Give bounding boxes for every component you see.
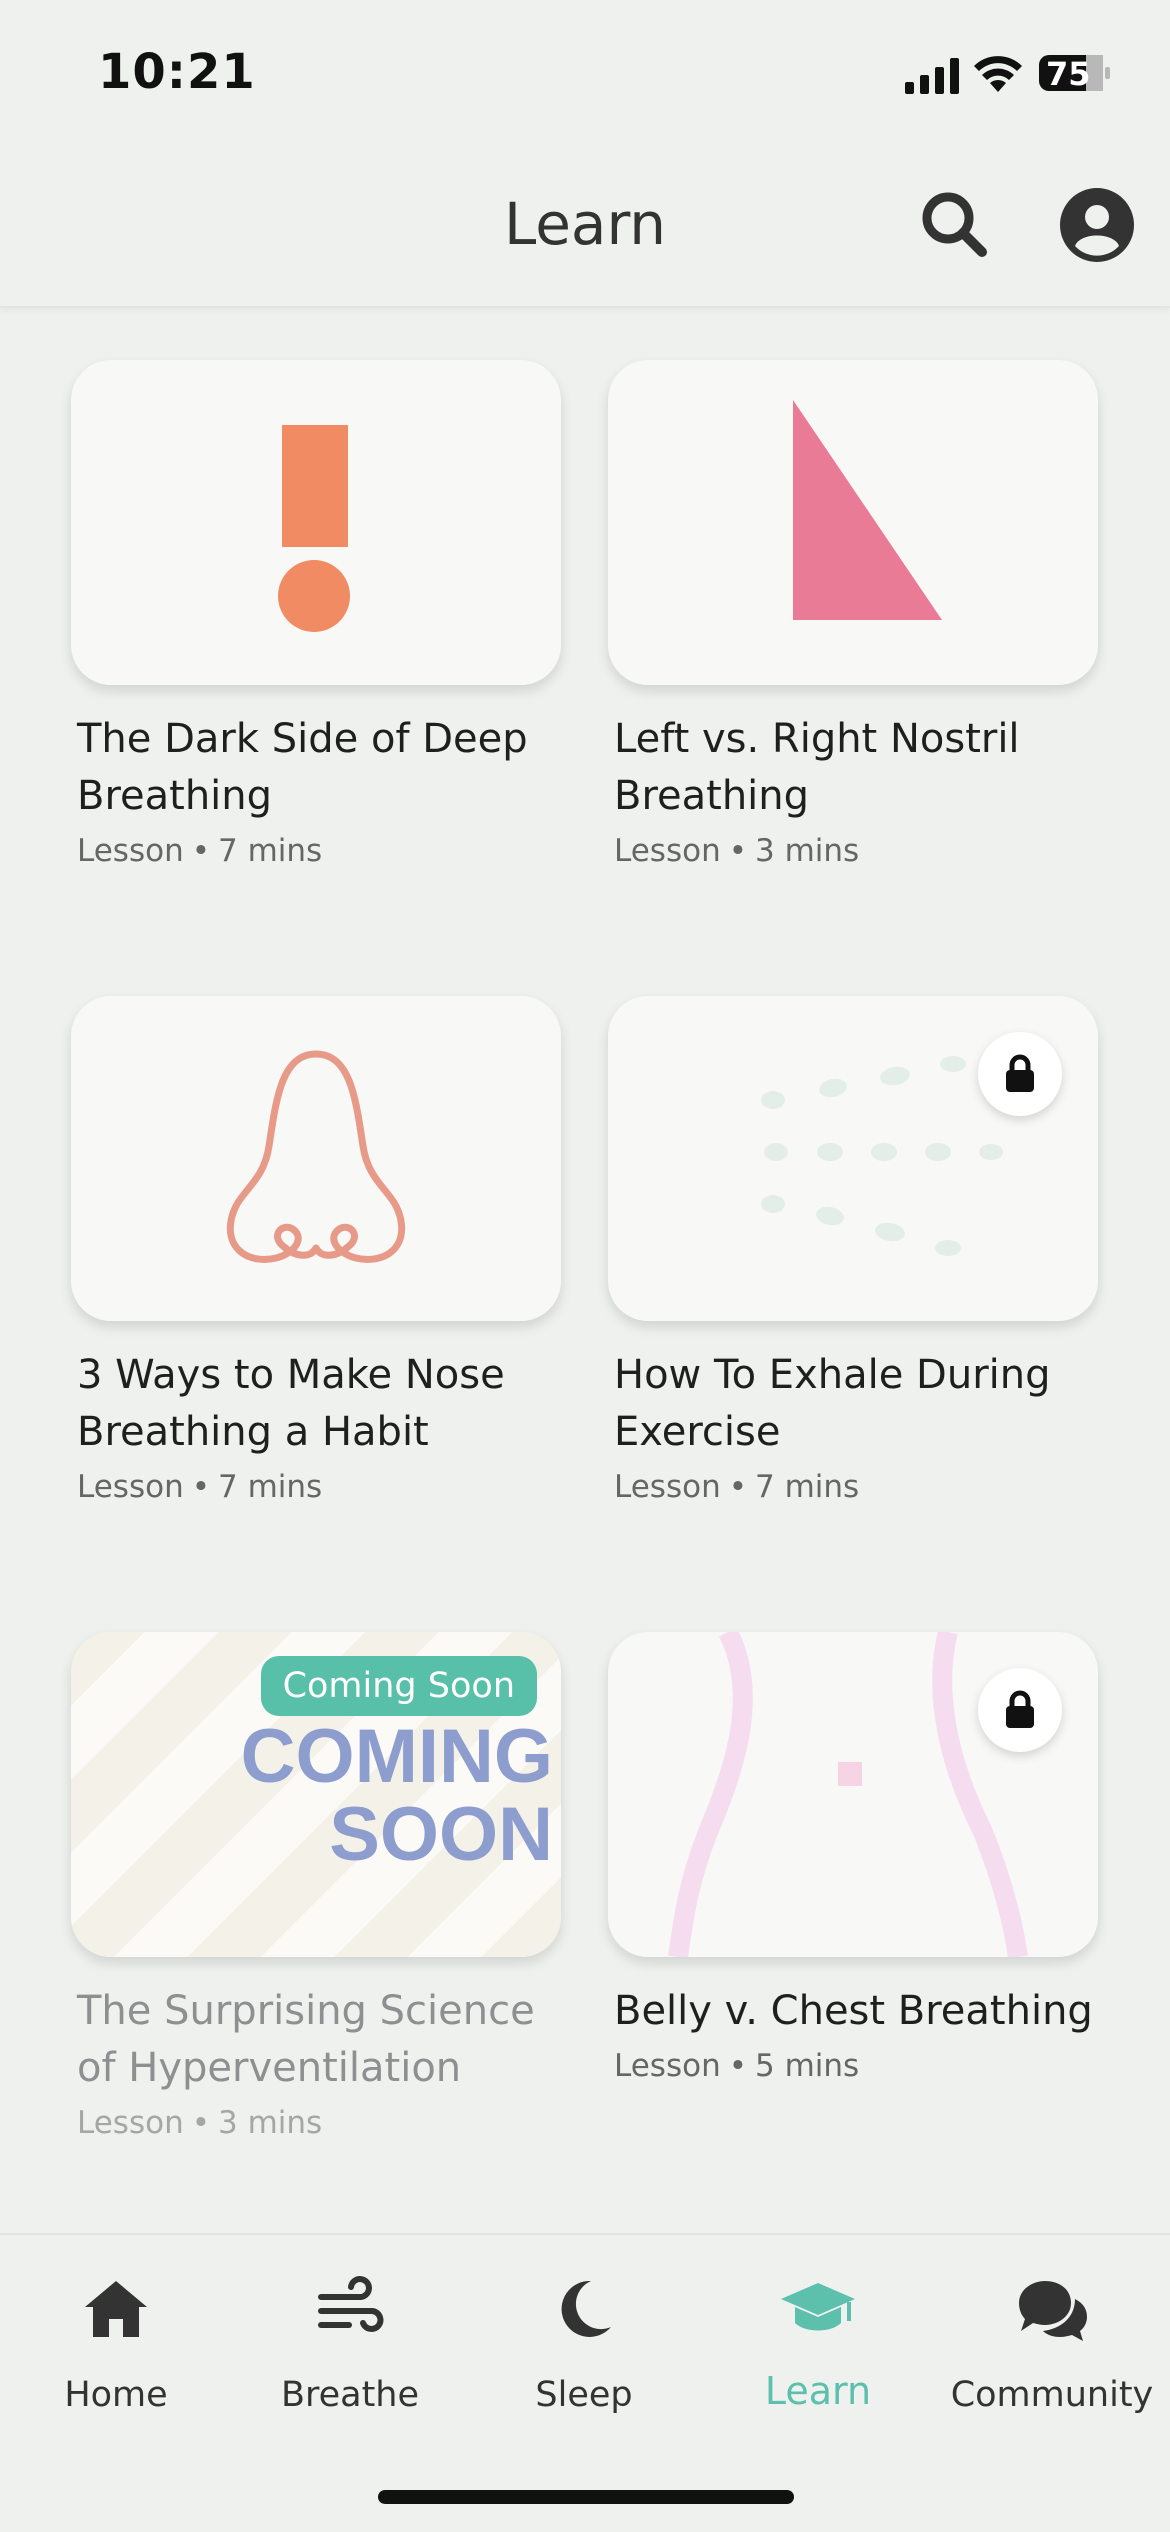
moon-icon — [561, 2280, 611, 2337]
lesson-title: The Surprising Science of Hyperventilati… — [77, 1988, 535, 2091]
lesson-title: 3 Ways to Make Nose Breathing a Habit — [77, 1352, 505, 1455]
lesson-type: Lesson — [77, 2105, 184, 2141]
coming-soon-graphic-line1: COMING — [240, 1714, 553, 1799]
exclamation-icon — [278, 425, 350, 632]
meta-separator: • — [728, 2048, 748, 2084]
battery-level: 75 — [1046, 55, 1091, 93]
lesson-card: Coming Soon COMING SOON The Surprising S… — [71, 1632, 561, 2141]
tab-label: Community — [950, 2375, 1154, 2415]
lesson-duration: 7 mins — [218, 1469, 323, 1505]
lesson-card[interactable]: 3 Ways to Make Nose Breathing a Habit Le… — [71, 996, 561, 1505]
lesson-thumbnail — [608, 360, 1098, 685]
lesson-thumbnail — [608, 1632, 1098, 1957]
lesson-thumbnail — [71, 996, 561, 1321]
meta-separator: • — [191, 833, 211, 869]
coming-soon-graphic: COMING SOON — [241, 1718, 553, 1874]
tab-label: Home — [64, 2375, 168, 2415]
nose-icon — [226, 1050, 406, 1263]
meta-separator: • — [728, 833, 748, 869]
meta-separator: • — [191, 1469, 211, 1505]
search-button[interactable] — [918, 188, 990, 260]
battery-icon: 75 — [1038, 52, 1112, 94]
wind-icon — [318, 2276, 384, 2332]
status-time: 10:21 — [98, 44, 256, 100]
lesson-duration: 3 mins — [218, 2105, 323, 2141]
coming-soon-badge: Coming Soon — [260, 1656, 537, 1716]
lesson-meta: Lesson • 7 mins — [608, 1469, 1098, 1505]
lesson-duration: 3 mins — [755, 833, 860, 869]
lesson-title: How To Exhale During Exercise — [614, 1352, 1051, 1455]
coming-soon-graphic-line2: SOON — [329, 1792, 553, 1877]
lesson-card[interactable]: Belly v. Chest Breathing Lesson • 5 mins — [608, 1632, 1098, 2084]
lesson-thumbnail: Coming Soon COMING SOON — [71, 1632, 561, 1957]
lesson-type: Lesson — [77, 1469, 184, 1505]
lesson-meta: Lesson • 7 mins — [71, 1469, 561, 1505]
bottom-tab-bar: Home Breathe Sleep Learn Community — [0, 2233, 1170, 2532]
tab-community[interactable]: Community — [942, 2275, 1162, 2415]
triangle-icon — [793, 400, 942, 620]
user-avatar-icon — [1060, 188, 1134, 262]
graduation-cap-icon — [781, 2283, 855, 2331]
lesson-type: Lesson — [614, 833, 721, 869]
page-title: Learn — [503, 190, 667, 258]
tab-home[interactable]: Home — [6, 2275, 226, 2415]
lesson-meta: Lesson • 3 mins — [71, 2105, 561, 2141]
top-header: Learn — [0, 150, 1170, 308]
tab-learn[interactable]: Learn — [708, 2275, 928, 2413]
lesson-title: The Dark Side of Deep Breathing — [77, 716, 528, 819]
lesson-type: Lesson — [614, 1469, 721, 1505]
tab-breathe[interactable]: Breathe — [240, 2275, 460, 2415]
status-bar: 10:21 75 — [0, 0, 1170, 150]
tab-sleep[interactable]: Sleep — [474, 2275, 694, 2415]
house-icon — [85, 2281, 147, 2337]
wifi-icon — [974, 56, 1022, 92]
lesson-duration: 7 mins — [755, 1469, 860, 1505]
lock-icon — [1006, 1054, 1034, 1092]
lock-icon — [1006, 1690, 1034, 1728]
lesson-type: Lesson — [614, 2048, 721, 2084]
lesson-card[interactable]: How To Exhale During Exercise Lesson • 7 m… — [608, 996, 1098, 1505]
lesson-meta: Lesson • 3 mins — [608, 833, 1098, 869]
lesson-thumbnail — [608, 996, 1098, 1321]
home-indicator — [378, 2490, 794, 2504]
lesson-meta: Lesson • 7 mins — [71, 833, 561, 869]
chat-bubbles-icon — [1019, 2281, 1087, 2341]
lesson-title: Belly v. Chest Breathing — [614, 1988, 1093, 2034]
search-icon — [922, 192, 987, 257]
lesson-card[interactable]: The Dark Side of Deep Breathing Lesson • 7… — [71, 360, 561, 869]
lesson-type: Lesson — [77, 833, 184, 869]
lesson-duration: 5 mins — [755, 2048, 860, 2084]
lesson-card[interactable]: Left vs. Right Nostril Breathing Lesson •… — [608, 360, 1098, 869]
meta-separator: • — [728, 1469, 748, 1505]
lock-badge — [978, 1032, 1062, 1116]
profile-button[interactable] — [1060, 188, 1134, 262]
tab-label: Learn — [764, 2369, 872, 2413]
meta-separator: • — [191, 2105, 211, 2141]
lesson-duration: 7 mins — [218, 833, 323, 869]
tab-label: Sleep — [535, 2375, 633, 2415]
lesson-meta: Lesson • 5 mins — [608, 2048, 1098, 2084]
tab-label: Breathe — [280, 2375, 420, 2415]
cellular-signal-icon — [905, 58, 959, 94]
lesson-thumbnail — [71, 360, 561, 685]
lock-badge — [978, 1668, 1062, 1752]
lesson-title: Left vs. Right Nostril Breathing — [614, 716, 1020, 819]
